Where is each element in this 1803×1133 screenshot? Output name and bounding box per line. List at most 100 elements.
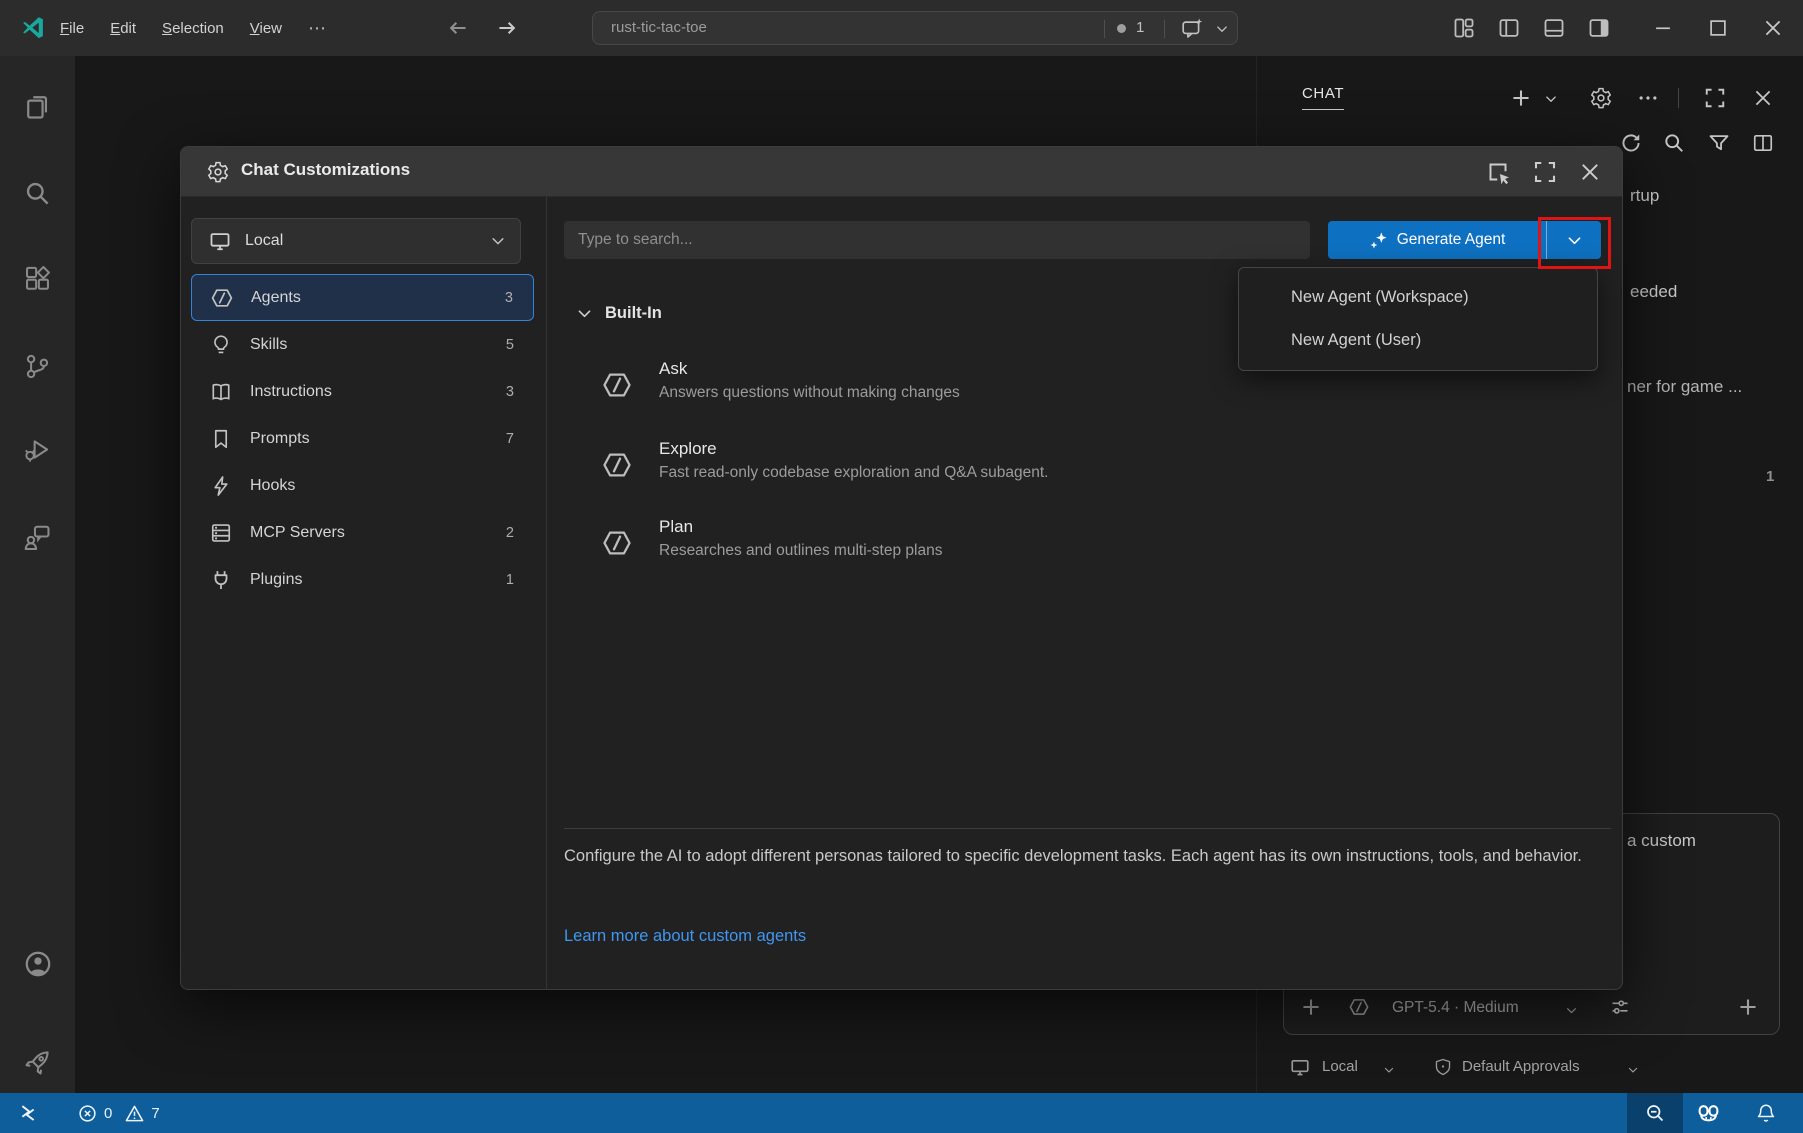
problems-status[interactable]: 0 7 (78, 1093, 160, 1133)
approvals-shield-icon[interactable] (1434, 1058, 1452, 1076)
sidebar-item-mcp-servers[interactable]: MCP Servers 2 (191, 509, 534, 556)
menu-more[interactable]: ⋯ (308, 18, 326, 39)
model-picker[interactable]: GPT-5.4 · Medium (1392, 999, 1519, 1017)
menu-file[interactable]: File (60, 20, 84, 37)
sidebar-item-label: Hooks (250, 477, 295, 495)
gear-icon (207, 161, 229, 183)
vscode-window: File Edit Selection View ⋯ rust-tic-tac-… (0, 0, 1803, 1133)
menu-view[interactable]: View (250, 20, 282, 37)
sidebar-item-hooks[interactable]: Hooks (191, 462, 534, 509)
status-bar: 0 7 (0, 1093, 1803, 1133)
chevron-down-icon[interactable] (1565, 1004, 1578, 1017)
learn-more-link[interactable]: Learn more about custom agents (564, 927, 806, 946)
menu-item-new-agent-workspace[interactable]: New Agent (Workspace) (1239, 276, 1597, 319)
window-close-icon[interactable] (1762, 17, 1784, 39)
sidebar-item-plugins[interactable]: Plugins 1 (191, 556, 534, 603)
chevron-down-icon[interactable] (1383, 1064, 1395, 1076)
more-actions-icon[interactable] (1637, 87, 1659, 109)
scope-picker[interactable]: Local (1322, 1058, 1358, 1075)
fullscreen-icon[interactable] (1533, 160, 1557, 184)
activity-bar (0, 56, 75, 1093)
sidebar-item-label: Prompts (250, 430, 310, 448)
chevron-down-icon (576, 305, 593, 322)
search-chats-icon[interactable] (1663, 132, 1685, 154)
send-plus-icon[interactable] (1737, 996, 1759, 1018)
menu-edit[interactable]: Edit (110, 20, 136, 37)
sidebar-item-prompts[interactable]: Prompts 7 (191, 415, 534, 462)
close-dialog-icon[interactable] (1578, 160, 1602, 184)
maximize-panel-icon[interactable] (1704, 87, 1726, 109)
agent-icon (601, 369, 633, 401)
split-editor-icon[interactable] (1752, 132, 1774, 154)
pick-element-icon[interactable] (1486, 160, 1510, 184)
toggle-secondary-sidebar-icon[interactable] (1588, 17, 1610, 39)
title-bar: File Edit Selection View ⋯ rust-tic-tac-… (0, 0, 1803, 56)
list-item-agent-ask[interactable]: Ask Answers questions without making cha… (601, 359, 1301, 402)
manage-rocket-icon[interactable] (24, 1049, 51, 1076)
approvals-picker[interactable]: Default Approvals (1462, 1058, 1580, 1075)
vscode-logo-icon (20, 15, 46, 41)
new-chat-icon[interactable] (1510, 87, 1532, 109)
window-maximize-icon[interactable] (1707, 17, 1729, 39)
attach-context-icon[interactable] (1300, 996, 1322, 1018)
sparkle-icon (1369, 231, 1388, 250)
search-input[interactable] (564, 221, 1310, 259)
divider (1678, 88, 1679, 108)
filter-icon[interactable] (1708, 132, 1730, 154)
scope-monitor-icon[interactable] (1290, 1057, 1310, 1077)
close-panel-icon[interactable] (1752, 87, 1774, 109)
agent-icon (209, 286, 235, 310)
section-built-in[interactable]: Built-In (576, 304, 662, 323)
generate-agent-button[interactable]: Generate Agent (1328, 221, 1546, 259)
copilot-status-icon[interactable] (1696, 1101, 1721, 1126)
extensions-icon[interactable] (24, 265, 51, 292)
scope-select[interactable]: Local (191, 218, 521, 264)
source-control-icon[interactable] (24, 353, 51, 380)
account-icon[interactable] (24, 950, 52, 978)
run-debug-icon[interactable] (24, 436, 51, 463)
toggle-primary-sidebar-icon[interactable] (1498, 17, 1520, 39)
generate-agent-dropdown-button[interactable] (1546, 221, 1601, 259)
agent-icon (601, 449, 633, 481)
list-item-agent-plan[interactable]: Plan Researches and outlines multi-step … (601, 517, 1301, 560)
dirty-dot-icon (1117, 24, 1126, 33)
chat-settings-gear-icon[interactable] (1590, 87, 1612, 109)
copilot-chat-icon[interactable] (1181, 18, 1203, 40)
configure-tools-icon[interactable] (1610, 997, 1630, 1017)
tab-chat[interactable]: CHAT (1302, 85, 1344, 110)
list-item-agent-explore[interactable]: Explore Fast read-only codebase explorat… (601, 439, 1301, 482)
command-center-badge: 1 (1136, 19, 1144, 36)
plug-icon (208, 569, 234, 591)
monitor-icon (209, 230, 231, 252)
sidebar-item-label: MCP Servers (250, 524, 345, 542)
agent-mode-icon[interactable] (1348, 996, 1370, 1018)
remote-indicator-icon[interactable] (18, 1103, 38, 1123)
new-agent-dropdown-menu: New Agent (Workspace) New Agent (User) (1238, 267, 1598, 371)
sidebar-item-instructions[interactable]: Instructions 3 (191, 368, 534, 415)
notifications-bell-icon[interactable] (1756, 1103, 1776, 1123)
menu-item-new-agent-user[interactable]: New Agent (User) (1239, 319, 1597, 362)
toggle-panel-icon[interactable] (1543, 17, 1565, 39)
divider (1164, 20, 1165, 38)
zoom-status-tile[interactable] (1627, 1093, 1683, 1133)
agent-description: Researches and outlines multi-step plans (659, 542, 1301, 560)
book-icon (208, 381, 234, 403)
nav-back-icon[interactable] (447, 17, 469, 39)
customize-layout-icon[interactable] (1453, 17, 1475, 39)
menu-selection[interactable]: Selection (162, 20, 224, 37)
sidebar-item-skills[interactable]: Skills 5 (191, 321, 534, 368)
refresh-icon[interactable] (1620, 132, 1642, 154)
chevron-down-icon[interactable] (1627, 1064, 1639, 1076)
command-center[interactable]: rust-tic-tac-toe 1 (592, 11, 1238, 45)
chat-icon[interactable] (24, 524, 51, 551)
agent-name: Ask (659, 359, 1301, 379)
nav-forward-icon[interactable] (496, 17, 518, 39)
new-chat-chevron-icon[interactable] (1544, 92, 1558, 106)
sidebar-item-agents[interactable]: Agents 3 (191, 274, 534, 321)
explorer-icon[interactable] (24, 93, 51, 120)
warnings-icon (125, 1104, 144, 1123)
window-minimize-icon[interactable] (1652, 17, 1674, 39)
zoom-out-icon (1645, 1103, 1665, 1123)
chevron-down-icon[interactable] (1215, 22, 1229, 36)
search-icon[interactable] (24, 180, 51, 207)
